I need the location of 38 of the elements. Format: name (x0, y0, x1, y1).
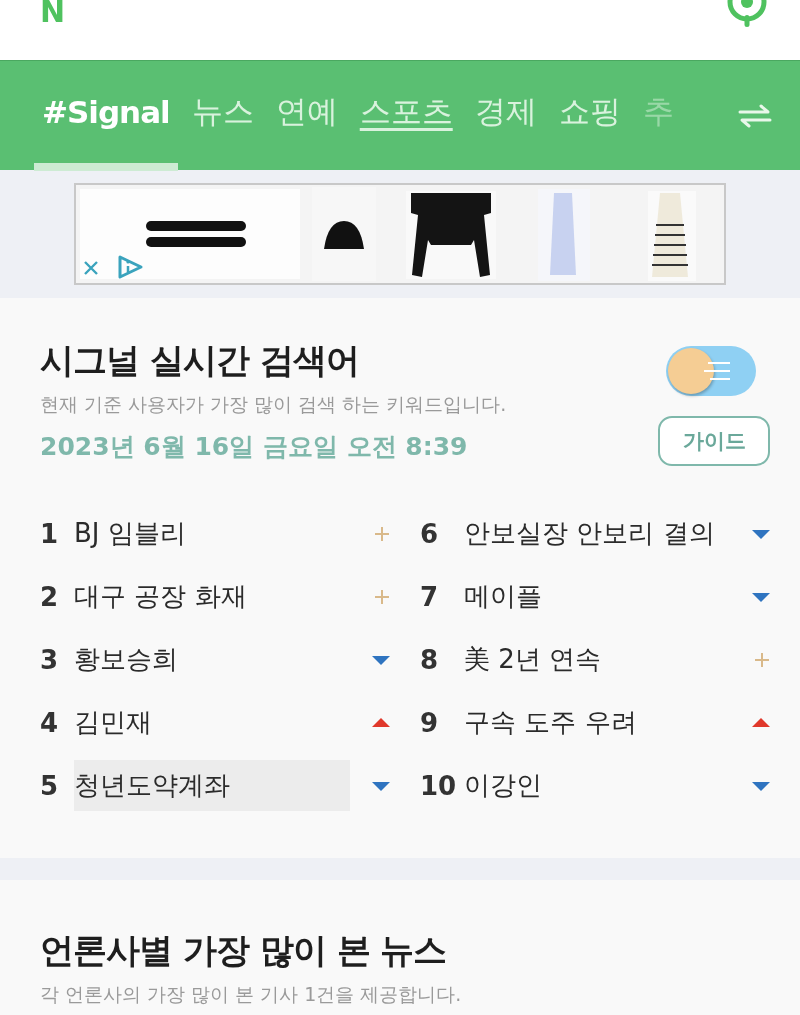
rank-number: 3 (40, 644, 60, 675)
datetime-text: 2023년 6월 16일 금요일 오전 8:39 (40, 431, 469, 463)
rank-number: 8 (420, 644, 440, 675)
down-triangle-icon (752, 780, 770, 791)
keyword-link[interactable]: BJ 임블리 (74, 508, 362, 559)
keyword-link[interactable]: 황보승희 (74, 634, 360, 685)
keyword-link[interactable]: 이강인 (464, 760, 740, 811)
rank-number: 1 (40, 518, 60, 549)
keyword-link[interactable]: 대구 공장 화재 (74, 571, 362, 622)
section-subtitle: 각 언론사의 가장 많이 본 기사 1건을 제공합니다. (40, 982, 463, 1007)
keyword-link[interactable]: 美 2년 연속 (464, 634, 742, 685)
swap-icon[interactable] (738, 103, 772, 128)
rank-number: 6 (420, 518, 440, 549)
down-triangle-icon (752, 591, 770, 602)
section-subtitle: 현재 기준 사용자가 가장 많이 검색 하는 키워드입니다. (40, 392, 507, 417)
keyword-link[interactable]: 메이플 (464, 571, 740, 622)
down-triangle-icon (752, 528, 770, 539)
rank-number: 4 (40, 707, 60, 738)
close-icon[interactable] (82, 259, 100, 277)
toggle-switch[interactable] (666, 346, 756, 396)
rank-number: 5 (40, 770, 60, 801)
up-triangle-icon (372, 717, 390, 728)
plus-icon (754, 651, 770, 668)
down-triangle-icon (372, 654, 390, 665)
keyword-link[interactable]: 구속 도주 우려 (464, 697, 740, 748)
rank-number: 9 (420, 707, 440, 738)
up-triangle-icon (752, 717, 770, 728)
rank-number: 2 (40, 581, 60, 612)
section-title: 언론사별 가장 많이 본 뉴스 (40, 929, 448, 972)
keyword-link[interactable]: 김민재 (74, 697, 360, 748)
plus-icon (374, 588, 390, 605)
ad-info-icon[interactable] (116, 255, 144, 279)
keyword-link[interactable]: 청년도약계좌 (74, 760, 350, 811)
down-triangle-icon (372, 780, 390, 791)
keyword-link[interactable]: 안보실장 안보리 결의 (464, 508, 740, 559)
section-title: 시그널 실시간 검색어 (40, 339, 360, 382)
rank-number: 7 (420, 581, 440, 612)
plus-icon (374, 525, 390, 542)
